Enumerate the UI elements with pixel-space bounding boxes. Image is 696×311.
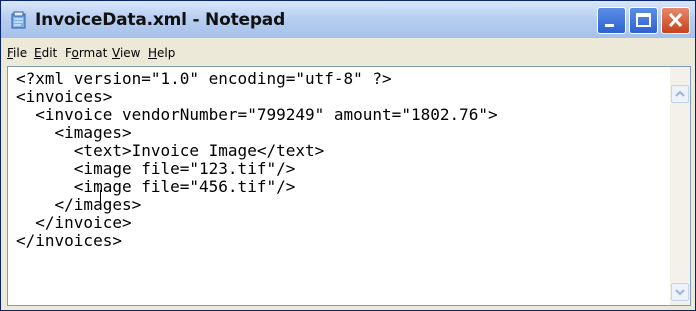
chevron-up-icon [675, 90, 685, 97]
maximize-button[interactable] [629, 7, 658, 34]
menu-file[interactable]: File [7, 46, 27, 60]
menu-help-label: elp [157, 46, 176, 60]
text-caret [100, 190, 101, 208]
menu-help[interactable]: Help [148, 46, 175, 60]
close-icon [668, 12, 683, 28]
scroll-down-button[interactable] [671, 283, 689, 301]
menu-edit-mnemonic: E [34, 46, 42, 60]
menu-format[interactable]: Format [65, 46, 107, 60]
window-title: InvoiceData.xml - Notepad [35, 10, 286, 30]
notepad-icon [11, 11, 27, 29]
menu-edit[interactable]: Edit [34, 46, 57, 60]
close-button[interactable] [661, 7, 690, 34]
menu-view-label: iew [119, 46, 141, 60]
maximize-icon [636, 13, 651, 27]
vertical-scrollbar[interactable] [670, 67, 690, 305]
chevron-down-icon [675, 289, 685, 296]
menu-view-mnemonic: V [112, 46, 120, 60]
minimize-button[interactable] [597, 7, 626, 34]
menu-help-mnemonic: H [148, 46, 158, 60]
minimize-icon [605, 24, 614, 27]
menu-bar: File Edit Format View Help [1, 38, 695, 66]
menu-edit-label: dit [41, 46, 58, 60]
editor-content[interactable]: <?xml version="1.0" encoding="utf-8" ?> … [16, 70, 498, 250]
scroll-up-button[interactable] [671, 85, 689, 103]
menu-format-mnemonic: o [71, 46, 79, 60]
menu-view[interactable]: View [112, 46, 140, 60]
text-editor[interactable]: <?xml version="1.0" encoding="utf-8" ?> … [7, 66, 691, 306]
menu-file-label: ile [13, 46, 28, 60]
menu-format-label: rmat [78, 46, 108, 60]
notepad-window: InvoiceData.xml - Notepad File Edit Form… [0, 0, 696, 311]
title-bar[interactable]: InvoiceData.xml - Notepad [1, 1, 695, 38]
